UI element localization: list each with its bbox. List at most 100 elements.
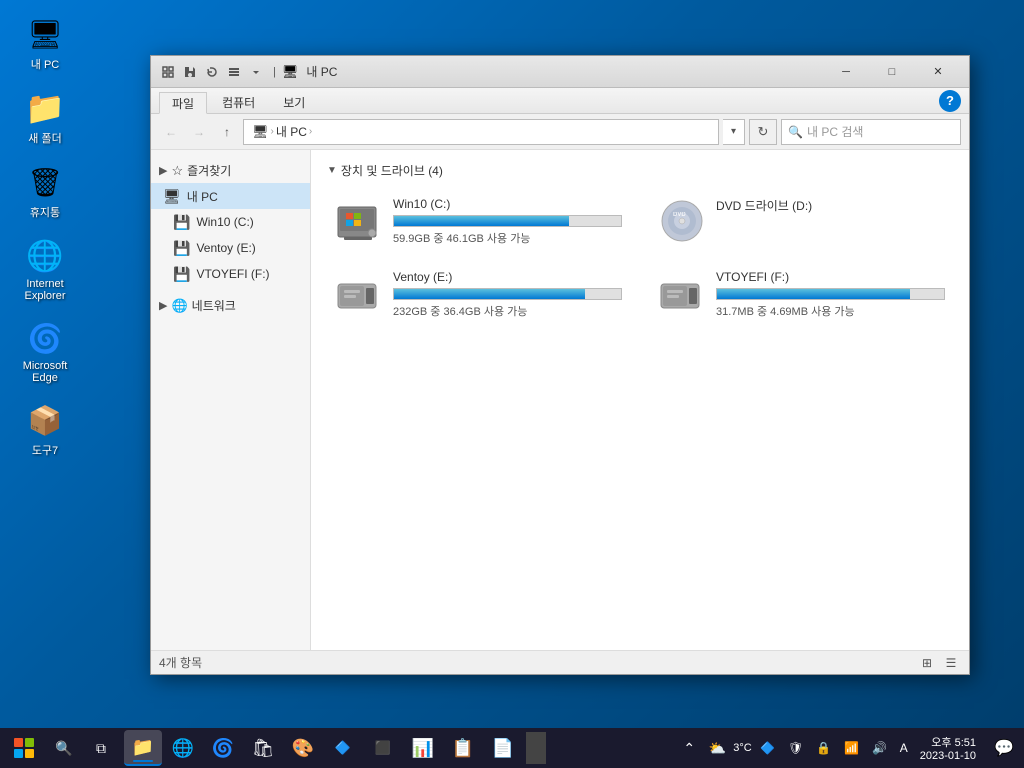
- lang-indicator[interactable]: A: [896, 741, 912, 755]
- path-pc-label: 내 PC: [276, 123, 307, 140]
- windows-logo-icon: [14, 738, 34, 758]
- taskbar-systray: ⌃ ⛅ 3°C 🔷 🛡 🔒 📶 🔊 A 오후 5:51 2023-01-10 💬: [677, 732, 1020, 764]
- powerpoint-taskbar-icon: 📋: [452, 738, 474, 759]
- excel-taskbar-icon: 📊: [412, 738, 434, 759]
- address-dropdown[interactable]: ▾: [723, 119, 745, 145]
- taskbar-app-ie[interactable]: 🌐: [164, 730, 202, 766]
- sidebar-item-ventoy-e[interactable]: 💾 Ventoy (E:): [151, 235, 310, 261]
- system-clock[interactable]: 오후 5:51 2023-01-10: [916, 734, 980, 762]
- taskbar-app-excel[interactable]: 📊: [404, 730, 442, 766]
- drive-item-ventoy-e[interactable]: Ventoy (E:) 232GB 중 36.4GB 사용 가능: [327, 264, 630, 325]
- network-header[interactable]: ▶ 🌐 네트워크: [151, 293, 310, 318]
- desktop-icon-my-pc[interactable]: 🖥 내 PC: [10, 10, 80, 76]
- clock-date: 2023-01-10: [920, 750, 976, 762]
- drive-item-dvd-d[interactable]: DVD DVD 드라이브 (D:): [650, 191, 953, 252]
- network-icon: 🌐: [171, 298, 187, 314]
- sidebar-item-win10-c[interactable]: 💾 Win10 (C:): [151, 209, 310, 235]
- status-text: 4개 항목: [159, 654, 202, 671]
- bluetooth-icon[interactable]: 🔷: [756, 732, 780, 764]
- desktop-icon-recycle-bin[interactable]: 🗑 휴지통: [10, 158, 80, 224]
- detail-view-button[interactable]: ☰: [941, 653, 961, 673]
- refresh-button[interactable]: ↻: [749, 119, 777, 145]
- taskbar-app-powershell[interactable]: 🔷: [324, 730, 362, 766]
- desktop-icon-ie[interactable]: 🌐 Internet Explorer: [10, 232, 80, 306]
- taskbar-app-powerpoint[interactable]: 📋: [444, 730, 482, 766]
- desktop-icon-edge[interactable]: 🌀 Microsoft Edge: [10, 314, 80, 388]
- help-button[interactable]: ?: [939, 90, 961, 112]
- desktop-icons: 🖥 내 PC 📁 새 폴더 🗑 휴지통 🌐 Internet Explorer …: [10, 10, 80, 462]
- up-button[interactable]: ↑: [215, 120, 239, 144]
- search-icon: 🔍: [788, 125, 803, 139]
- search-box[interactable]: 🔍 내 PC 검색: [781, 119, 961, 145]
- task-view-button[interactable]: ⧉: [82, 730, 120, 766]
- drive-item-vtoyefi-f[interactable]: VTOYEFI (F:) 31.7MB 중 4.69MB 사용 가능: [650, 264, 953, 325]
- properties-toolbar-btn[interactable]: [225, 63, 243, 81]
- taskbar-app-file-explorer[interactable]: 📁: [124, 730, 162, 766]
- network-systray-icon[interactable]: 📶: [840, 732, 864, 764]
- chevron-systray-icon[interactable]: ⌃: [677, 732, 701, 764]
- address-path[interactable]: 🖥 › 내 PC ›: [243, 119, 719, 145]
- close-button[interactable]: ✕: [915, 56, 961, 88]
- desktop-icon-new-folder[interactable]: 📁 새 폴더: [10, 84, 80, 150]
- quick-access-toolbar-btn[interactable]: [159, 63, 177, 81]
- taskbar-app-edge[interactable]: 🌀: [204, 730, 242, 766]
- weather-icon[interactable]: ⛅: [705, 732, 729, 764]
- start-button[interactable]: [4, 730, 44, 766]
- weather-temp: 3°C: [733, 742, 751, 754]
- tab-view[interactable]: 보기: [270, 91, 318, 113]
- drives-grid: Win10 (C:) 59.9GB 중 46.1GB 사용 가능: [327, 191, 953, 325]
- desktop-icon-tools7[interactable]: 📦 도구7: [10, 396, 80, 462]
- window-title: 내 PC: [306, 63, 337, 80]
- taskbar-app-paint[interactable]: 🎨: [284, 730, 322, 766]
- ventoy-e-bar-container: [393, 288, 622, 300]
- tab-computer[interactable]: 컴퓨터: [209, 91, 268, 113]
- undo-toolbar-btn[interactable]: [203, 63, 221, 81]
- address-bar: ← → ↑ 🖥 › 내 PC › ▾ ↻ 🔍 내 PC 검색: [151, 114, 969, 150]
- quick-access-header[interactable]: ▶ ☆ 즐겨찾기: [151, 158, 310, 183]
- vpn-icon[interactable]: 🛡: [784, 732, 808, 764]
- title-separator: |: [273, 66, 276, 78]
- security-icon[interactable]: 🔒: [812, 732, 836, 764]
- active-indicator: [133, 760, 153, 762]
- vtoyefi-f-drive-icon: [658, 270, 706, 318]
- ie-taskbar-icon: 🌐: [172, 738, 194, 759]
- network-chevron-icon: ▶: [159, 299, 167, 312]
- dropdown-toolbar-btn[interactable]: [247, 63, 265, 81]
- section-toggle-icon[interactable]: ▼: [327, 165, 337, 176]
- sidebar-item-vtoyefi-f[interactable]: 💾 VTOYEFI (F:): [151, 261, 310, 287]
- status-bar: 4개 항목 ⊞ ☰: [151, 650, 969, 674]
- maximize-button[interactable]: □: [869, 56, 915, 88]
- taskbar-app-pdf[interactable]: 📄: [484, 730, 522, 766]
- taskbar-app-store[interactable]: 🛍: [244, 730, 282, 766]
- powershell-taskbar-icon: 🔷: [335, 740, 351, 756]
- large-icon-view-button[interactable]: ⊞: [917, 653, 937, 673]
- status-view-controls: ⊞ ☰: [917, 653, 961, 673]
- search-button[interactable]: 🔍: [46, 732, 82, 764]
- volume-icon[interactable]: 🔊: [868, 732, 892, 764]
- sidebar-my-pc-label: 내 PC: [187, 188, 218, 205]
- recycle-bin-label: 휴지통: [30, 204, 60, 220]
- sidebar-win10-label: Win10 (C:): [196, 215, 253, 229]
- forward-button[interactable]: →: [187, 120, 211, 144]
- ventoy-e-name: Ventoy (E:): [393, 270, 622, 284]
- taskbar-app-terminal[interactable]: ⬛: [364, 730, 402, 766]
- win10-c-info: Win10 (C:) 59.9GB 중 46.1GB 사용 가능: [393, 197, 622, 246]
- edge-taskbar-icon: 🌀: [212, 738, 234, 759]
- minimize-button[interactable]: ─: [823, 56, 869, 88]
- sidebar-item-my-pc[interactable]: 🖥 내 PC: [151, 183, 310, 209]
- svg-text:DVD: DVD: [673, 212, 686, 218]
- window-folder-icon: 🖥: [282, 64, 299, 80]
- sidebar-vtoyefi-label: VTOYEFI (F:): [196, 267, 269, 281]
- vtoyefi-f-bar: [717, 289, 910, 299]
- chevron-icon: ▶: [159, 164, 167, 177]
- section-header: ▼ 장치 및 드라이브 (4): [327, 162, 953, 179]
- win10-c-drive-icon: [335, 197, 383, 245]
- tab-file[interactable]: 파일: [159, 92, 207, 114]
- save-toolbar-btn[interactable]: [181, 63, 199, 81]
- win10-c-space: 59.9GB 중 46.1GB 사용 가능: [393, 230, 622, 246]
- drive-item-win10-c[interactable]: Win10 (C:) 59.9GB 중 46.1GB 사용 가능: [327, 191, 630, 252]
- notification-button[interactable]: 💬: [988, 732, 1020, 764]
- back-button[interactable]: ←: [159, 120, 183, 144]
- win10-c-name: Win10 (C:): [393, 197, 622, 211]
- ventoy-e-icon: 💾: [173, 240, 190, 257]
